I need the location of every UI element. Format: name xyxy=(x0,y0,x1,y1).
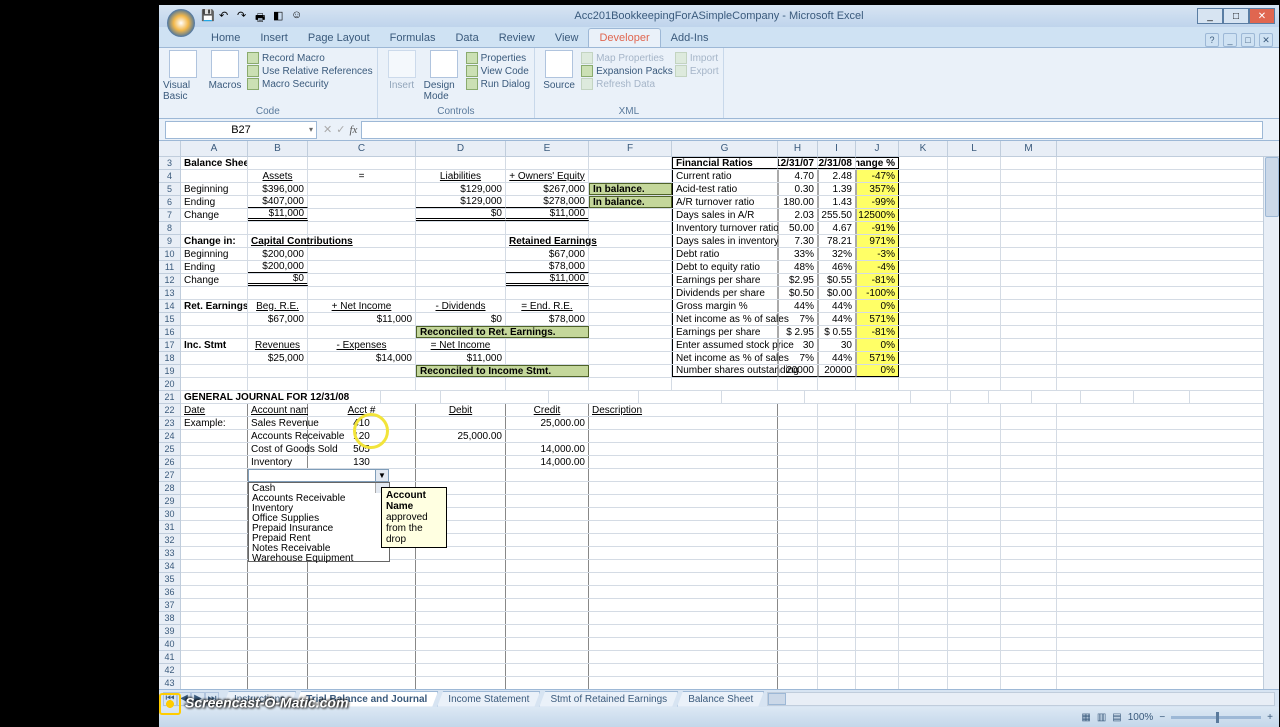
visual-basic-button[interactable]: Visual Basic xyxy=(163,50,203,102)
enter-icon[interactable]: ✓ xyxy=(336,123,345,136)
office-button[interactable] xyxy=(167,9,195,37)
ribbon: Visual Basic Macros Record Macro Use Rel… xyxy=(159,47,1279,119)
tab-insert[interactable]: Insert xyxy=(250,29,298,47)
tab-data[interactable]: Data xyxy=(445,29,488,47)
list-item[interactable]: Prepaid Insurance xyxy=(249,523,389,533)
watermark: Screencast-O-Matic.com xyxy=(159,693,348,715)
design-mode-button[interactable]: Design Mode xyxy=(424,50,464,102)
zoom-slider[interactable] xyxy=(1171,716,1261,719)
quick-access-toolbar: 💾 ↶ ↷ 🖶 ◧ ☺ xyxy=(201,9,305,23)
minimize-ribbon-icon[interactable]: _ xyxy=(1223,33,1237,47)
tab-addins[interactable]: Add-Ins xyxy=(661,29,719,47)
window-title: Acc201BookkeepingForASimpleCompany - Mic… xyxy=(574,10,863,22)
view-layout-icon[interactable]: ▥ xyxy=(1097,712,1106,723)
help-icon[interactable]: ? xyxy=(1205,33,1219,47)
restore-workbook-icon[interactable]: □ xyxy=(1241,33,1255,47)
active-cell-b27[interactable] xyxy=(248,469,376,482)
list-item[interactable]: Notes Receivable xyxy=(249,543,389,553)
titlebar: 💾 ↶ ↷ 🖶 ◧ ☺ Acc201BookkeepingForASimpleC… xyxy=(159,5,1279,27)
insert-control-button[interactable]: Insert xyxy=(382,50,422,91)
tab-formulas[interactable]: Formulas xyxy=(380,29,446,47)
formula-input[interactable] xyxy=(361,121,1263,139)
map-properties-button: Map Properties xyxy=(581,52,673,64)
cancel-icon[interactable]: ✕ xyxy=(323,123,332,136)
column-headers[interactable]: ABCDEFGHIJKLM xyxy=(159,141,1279,157)
print-icon[interactable]: 🖶 xyxy=(255,9,269,23)
row-headers[interactable]: 3456789101112131415161718192021222324252… xyxy=(159,157,181,689)
sheet-tab[interactable]: Balance Sheet xyxy=(677,691,764,707)
name-box[interactable]: B27 xyxy=(165,121,317,139)
view-code-button[interactable]: View Code xyxy=(466,65,530,77)
tab-developer[interactable]: Developer xyxy=(588,28,660,47)
list-item[interactable]: Office Supplies xyxy=(249,513,389,523)
run-dialog-button[interactable]: Run Dialog xyxy=(466,78,530,90)
group-controls: Insert Design Mode Properties View Code … xyxy=(378,48,535,118)
refresh-data-button: Refresh Data xyxy=(581,78,673,90)
close-button[interactable]: ✕ xyxy=(1249,8,1275,24)
zoom-in-icon[interactable]: + xyxy=(1267,712,1273,723)
minimize-button[interactable]: _ xyxy=(1197,8,1223,24)
horizontal-scrollbar[interactable] xyxy=(767,692,1275,706)
validation-dropdown-list[interactable]: Cash Accounts Receivable Inventory Offic… xyxy=(248,482,390,562)
dropdown-button[interactable]: ▼ xyxy=(375,469,389,482)
validation-tooltip: Account Name approved from the drop xyxy=(381,487,447,548)
tab-view[interactable]: View xyxy=(545,29,589,47)
qat-icon[interactable]: ◧ xyxy=(273,9,287,23)
use-relative-refs-button[interactable]: Use Relative References xyxy=(247,65,373,77)
group-code: Visual Basic Macros Record Macro Use Rel… xyxy=(159,48,378,118)
view-normal-icon[interactable]: ▦ xyxy=(1081,712,1090,723)
vertical-scrollbar[interactable] xyxy=(1263,157,1279,689)
list-item[interactable]: Accounts Receivable xyxy=(249,493,389,503)
zoom-out-icon[interactable]: − xyxy=(1159,712,1165,723)
qat-icon[interactable]: ☺ xyxy=(291,9,305,23)
record-macro-button[interactable]: Record Macro xyxy=(247,52,373,64)
list-item[interactable]: Cash xyxy=(249,483,389,493)
undo-icon[interactable]: ↶ xyxy=(219,9,233,23)
sheet-tab[interactable]: Income Statement xyxy=(437,691,540,707)
fx-icon[interactable]: fx xyxy=(349,124,357,136)
export-button: Export xyxy=(675,65,719,77)
zoom-level[interactable]: 100% xyxy=(1128,712,1154,723)
save-icon[interactable]: 💾 xyxy=(201,9,215,23)
tab-home[interactable]: Home xyxy=(201,29,250,47)
source-button[interactable]: Source xyxy=(539,50,579,91)
worksheet-grid[interactable]: ABCDEFGHIJKLM 34567891011121314151617181… xyxy=(159,141,1279,689)
expansion-packs-button[interactable]: Expansion Packs xyxy=(581,65,673,77)
tab-page-layout[interactable]: Page Layout xyxy=(298,29,380,47)
tab-review[interactable]: Review xyxy=(489,29,545,47)
macro-security-button[interactable]: Macro Security xyxy=(247,78,373,90)
list-item[interactable]: Warehouse Equipment xyxy=(249,553,389,563)
formula-bar: B27 ✕ ✓ fx xyxy=(159,119,1279,141)
macros-button[interactable]: Macros xyxy=(205,50,245,91)
ribbon-tabs: Home Insert Page Layout Formulas Data Re… xyxy=(159,27,1279,47)
import-button: Import xyxy=(675,52,719,64)
properties-button[interactable]: Properties xyxy=(466,52,530,64)
view-break-icon[interactable]: ▤ xyxy=(1112,712,1121,723)
sheet-tab[interactable]: Stmt of Retained Earnings xyxy=(539,691,678,707)
excel-window: 💾 ↶ ↷ 🖶 ◧ ☺ Acc201BookkeepingForASimpleC… xyxy=(159,5,1279,707)
close-workbook-icon[interactable]: ✕ xyxy=(1259,33,1273,47)
redo-icon[interactable]: ↷ xyxy=(237,9,251,23)
group-xml: Source Map Properties Expansion Packs Re… xyxy=(535,48,724,118)
list-item[interactable]: Prepaid Rent xyxy=(249,533,389,543)
list-item[interactable]: Inventory xyxy=(249,503,389,513)
maximize-button[interactable]: □ xyxy=(1223,8,1249,24)
cells-area[interactable]: Balance Sheet Equation:Financial Ratios1… xyxy=(181,157,1263,689)
